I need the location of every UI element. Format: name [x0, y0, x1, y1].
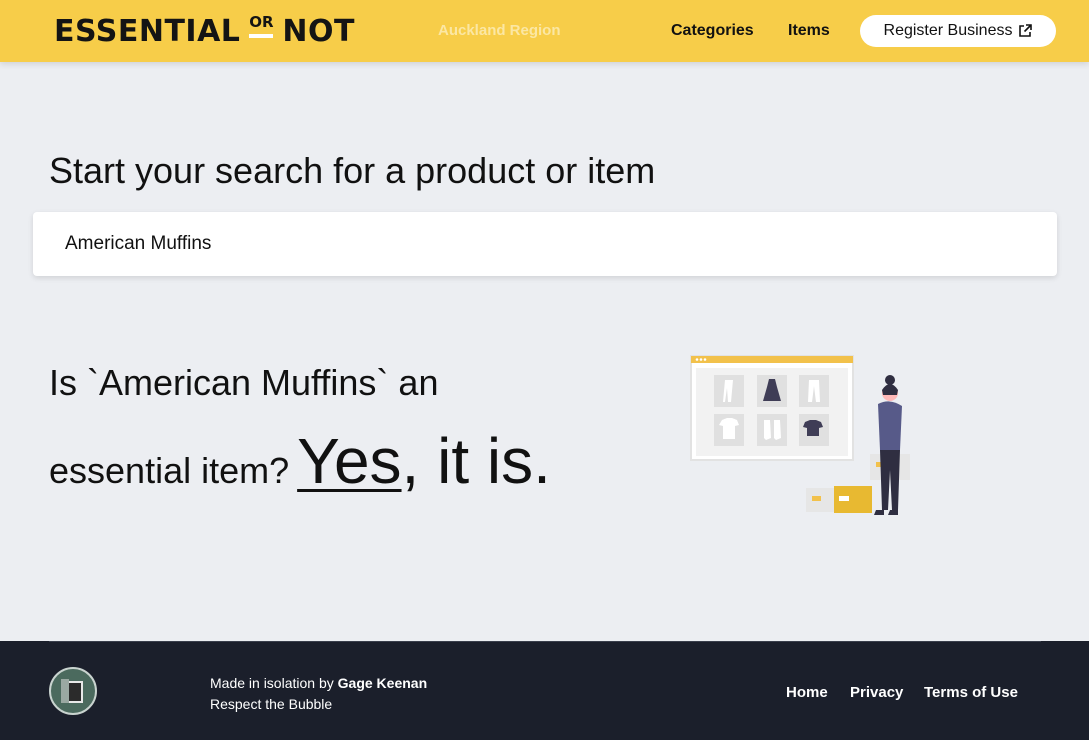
- result-question-line1: Is `American Muffins` an: [49, 362, 439, 403]
- site-logo[interactable]: ESSENTIAL OR NOT: [54, 10, 355, 50]
- author-avatar-icon: [61, 679, 83, 703]
- register-business-button[interactable]: Register Business: [860, 15, 1056, 47]
- footer-credit: Made in isolation by Gage Keenan Respect…: [210, 673, 427, 715]
- result-answer-yes: Yes: [297, 425, 402, 497]
- result-answer-line: essential item? Yes, it is.: [49, 424, 551, 498]
- logo-or-mark: OR: [246, 14, 276, 50]
- footer-privacy-link[interactable]: Privacy: [850, 684, 903, 701]
- external-link-icon: [1019, 24, 1033, 37]
- result-question-line2: essential item?: [49, 450, 290, 491]
- author-avatar: [49, 667, 97, 715]
- logo-or-bar: [249, 34, 274, 38]
- logo-word-or: OR: [249, 13, 274, 31]
- search-heading: Start your search for a product or item: [49, 150, 656, 191]
- shopping-illustration: [690, 355, 910, 515]
- site-header: ESSENTIAL OR NOT Auckland Region Categor…: [0, 0, 1089, 62]
- search-input[interactable]: [65, 212, 1025, 276]
- search-box: [33, 212, 1057, 276]
- site-footer: Made in isolation by Gage Keenan Respect…: [0, 641, 1089, 740]
- nav-categories-link[interactable]: Categories: [671, 22, 754, 40]
- footer-home-link[interactable]: Home: [786, 684, 828, 701]
- register-business-label: Register Business: [883, 22, 1013, 39]
- logo-word-essential: ESSENTIAL: [54, 14, 241, 49]
- footer-credit-prefix: Made in isolation by: [210, 675, 338, 691]
- nav-items-link[interactable]: Items: [788, 22, 830, 40]
- region-label: Auckland Region: [438, 22, 561, 39]
- footer-divider: [49, 641, 1041, 642]
- footer-tagline: Respect the Bubble: [210, 696, 333, 712]
- result-answer-tail: , it is.: [401, 425, 551, 497]
- logo-word-not: NOT: [282, 14, 355, 49]
- footer-author-name: Gage Keenan: [337, 675, 428, 691]
- footer-terms-link[interactable]: Terms of Use: [924, 684, 1018, 701]
